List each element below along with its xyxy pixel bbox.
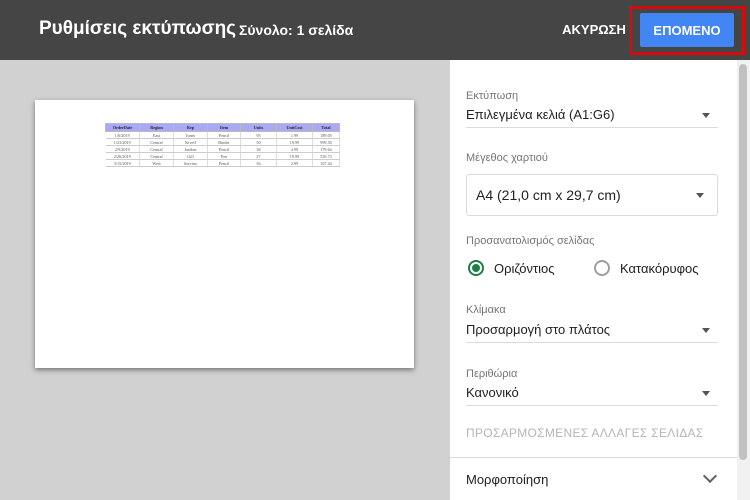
preview-cell: Gill xyxy=(173,152,208,160)
preview-cell: 2.99 xyxy=(276,159,313,167)
preview-page: OrderDate Region Rep Item Units UnitCost… xyxy=(35,100,414,368)
preview-header-cell: Total xyxy=(312,123,340,132)
preview-table-row: 2/26/2019 Central Gill Pen 27 19.99 539.… xyxy=(105,152,340,160)
print-range-value: Επιλεγμένα κελιά (A1:G6) xyxy=(466,107,615,122)
preview-cell: 50 xyxy=(240,138,277,146)
preview-table-row: 2/9/2019 Central Jardine Pencil 36 4.99 … xyxy=(105,145,340,153)
preview-cell: 19.99 xyxy=(276,152,313,160)
scale-label: Κλίμακα xyxy=(466,304,506,316)
preview-cell: East xyxy=(139,131,174,139)
preview-cell: Sorvino xyxy=(173,159,208,167)
preview-cell: 189.05 xyxy=(312,131,340,139)
preview-table-row: 3/15/2019 West Sorvino Pencil 56 2.99 16… xyxy=(105,159,340,167)
cancel-button[interactable]: ΑΚΥΡΩΣΗ xyxy=(556,14,632,46)
preview-header-cell: OrderDate xyxy=(105,123,140,132)
preview-cell: 179.64 xyxy=(312,145,340,153)
preview-cell: 999.50 xyxy=(312,138,340,146)
next-button[interactable]: ΕΠΟΜΕΝΟ xyxy=(640,13,734,47)
margins-value: Κανονικό xyxy=(466,385,519,400)
preview-cell: West xyxy=(139,159,174,167)
print-label: Εκτύπωση xyxy=(466,90,519,102)
preview-cell: Pencil xyxy=(207,159,241,167)
paper-size-value: A4 (21,0 cm x 29,7 cm) xyxy=(476,187,621,203)
preview-cell: Pen xyxy=(207,152,241,160)
radio-selected-icon xyxy=(468,260,484,276)
preview-table-row: 1/23/2019 Central Kivell Binder 50 19.99… xyxy=(105,138,340,146)
formatting-section-toggle[interactable]: Μορφοποίηση xyxy=(450,458,738,500)
orientation-label: Προσανατολισμός σελίδας xyxy=(466,235,595,247)
preview-cell: Binder xyxy=(207,138,241,146)
preview-cell: 1.99 xyxy=(276,131,313,139)
preview-header-cell: Item xyxy=(207,123,241,132)
preview-cell: 36 xyxy=(240,145,277,153)
chevron-down-icon xyxy=(702,468,718,484)
preview-cell: Central xyxy=(139,145,174,153)
print-range-select[interactable]: Επιλεγμένα κελιά (A1:G6) xyxy=(466,104,718,128)
preview-cell: 95 xyxy=(240,131,277,139)
paper-size-label: Μέγεθος χαρτιού xyxy=(466,152,548,164)
scale-value: Προσαρμογή στο πλάτος xyxy=(466,322,611,337)
scale-select[interactable]: Προσαρμογή στο πλάτος xyxy=(466,319,718,343)
preview-cell: 167.44 xyxy=(312,159,340,167)
preview-cell: 3/15/2019 xyxy=(105,159,140,167)
formatting-label: Μορφοποίηση xyxy=(466,472,549,487)
preview-header-cell: Units xyxy=(240,123,277,132)
preview-cell: Jones xyxy=(173,131,208,139)
preview-cell: 1/6/2019 xyxy=(105,131,140,139)
preview-table-row: 1/6/2019 East Jones Pencil 95 1.99 189.0… xyxy=(105,131,340,139)
margins-label: Περιθώρια xyxy=(466,368,518,380)
preview-cell: 56 xyxy=(240,159,277,167)
preview-cell: 2/9/2019 xyxy=(105,145,140,153)
preview-table-header-row: OrderDate Region Rep Item Units UnitCost… xyxy=(105,123,340,132)
orientation-portrait-label: Κατακόρυφος xyxy=(620,261,699,276)
page-count: Σύνολο: 1 σελίδα xyxy=(239,22,354,38)
preview-header-cell: Rep xyxy=(173,123,208,132)
paper-size-select[interactable]: A4 (21,0 cm x 29,7 cm) xyxy=(466,174,718,216)
preview-cell: 19.99 xyxy=(276,138,313,146)
preview-cell: 4.99 xyxy=(276,145,313,153)
orientation-landscape-label: Οριζόντιος xyxy=(494,261,555,276)
preview-cell: 1/23/2019 xyxy=(105,138,140,146)
preview-cell: Kivell xyxy=(173,138,208,146)
preview-cell: 2/26/2019 xyxy=(105,152,140,160)
preview-cell: Pencil xyxy=(207,145,241,153)
dropdown-arrow-icon xyxy=(702,391,710,396)
preview-cell: Jardine xyxy=(173,145,208,153)
preview-cell: 27 xyxy=(240,152,277,160)
preview-cell: Central xyxy=(139,138,174,146)
dropdown-arrow-icon xyxy=(702,113,710,118)
preview-header-cell: Region xyxy=(139,123,174,132)
preview-table: OrderDate Region Rep Item Units UnitCost… xyxy=(105,123,340,167)
settings-panel: Εκτύπωση Επιλεγμένα κελιά (A1:G6) Μέγεθο… xyxy=(450,60,750,500)
preview-cell: Central xyxy=(139,152,174,160)
preview-cell: Pencil xyxy=(207,131,241,139)
scrollbar-thumb[interactable] xyxy=(739,64,747,460)
dropdown-arrow-icon xyxy=(696,193,704,198)
radio-unselected-icon xyxy=(594,260,610,276)
page-title: Ρυθμίσεις εκτύπωσης xyxy=(39,18,237,39)
custom-page-breaks-link[interactable]: ΠΡΟΣΑΡΜΟΣΜΕΝΕΣ ΑΛΛΑΓΕΣ ΣΕΛΙΔΑΣ xyxy=(466,426,704,440)
settings-scrollbar[interactable] xyxy=(737,60,750,500)
preview-cell: 539.73 xyxy=(312,152,340,160)
margins-select[interactable]: Κανονικό xyxy=(466,382,718,406)
dropdown-arrow-icon xyxy=(702,328,710,333)
preview-header-cell: UnitCost xyxy=(276,123,313,132)
print-preview-area: OrderDate Region Rep Item Units UnitCost… xyxy=(0,60,450,500)
top-bar: Ρυθμίσεις εκτύπωσης Σύνολο: 1 σελίδα ΑΚΥ… xyxy=(0,0,750,60)
